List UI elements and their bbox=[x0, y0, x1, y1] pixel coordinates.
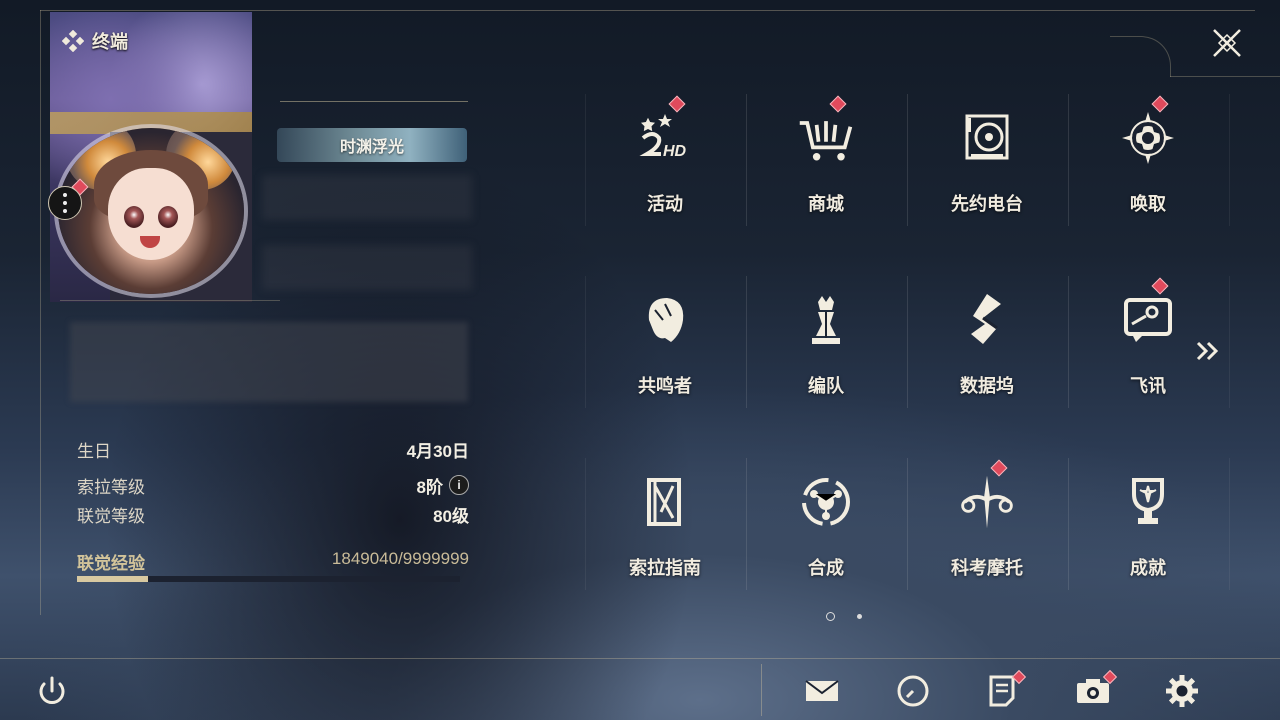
shopping-cart-icon bbox=[796, 108, 856, 168]
close-button[interactable] bbox=[1206, 22, 1248, 64]
menu-item-label: 商城 bbox=[808, 194, 844, 214]
double-chevron-right-icon bbox=[1196, 341, 1219, 361]
menu-item-6[interactable]: 数据坞 bbox=[907, 276, 1069, 458]
compass-star-icon bbox=[1118, 108, 1178, 168]
menu-item-8[interactable]: 索拉指南 bbox=[585, 458, 747, 640]
stat-value: 8阶 bbox=[416, 477, 443, 497]
profile-stats: 生日 4月30日 索拉等级 8阶 i 联觉等级 80级 bbox=[77, 436, 469, 527]
stat-sola-level: 索拉等级 8阶 i bbox=[77, 472, 469, 498]
exp-progress-bar bbox=[77, 576, 460, 582]
avatar-more-button[interactable] bbox=[48, 186, 82, 220]
app-title: 终端 bbox=[62, 28, 128, 54]
stat-value: 4月30日 bbox=[406, 441, 469, 461]
notification-badge bbox=[1151, 95, 1169, 113]
frame-right-line bbox=[1170, 76, 1280, 77]
exp-value: 1849040/9999999 bbox=[331, 549, 469, 568]
camera-button[interactable] bbox=[1071, 669, 1118, 712]
close-icon bbox=[1213, 29, 1241, 57]
data-dock-icon bbox=[957, 290, 1017, 350]
notification-badge bbox=[1151, 277, 1169, 295]
clock-icon bbox=[897, 675, 929, 707]
avatar[interactable] bbox=[58, 128, 244, 294]
clock-button[interactable] bbox=[891, 670, 935, 712]
menu-item-7[interactable]: 飞讯 bbox=[1068, 276, 1230, 458]
stat-label: 联觉等级 bbox=[77, 506, 145, 526]
stat-union-level: 联觉等级 80级 bbox=[77, 501, 469, 527]
profile-divider bbox=[60, 300, 280, 301]
menu-item-5[interactable]: 编队 bbox=[746, 276, 908, 458]
svg-text:HD: HD bbox=[663, 143, 687, 160]
menu-item-label: 唤取 bbox=[1130, 194, 1166, 214]
menu-item-3[interactable]: 唤取 bbox=[1068, 94, 1230, 276]
redacted-signature bbox=[70, 322, 468, 402]
menu-item-label: 成就 bbox=[1130, 558, 1166, 578]
stat-birthday: 生日 4月30日 bbox=[77, 436, 469, 462]
page-dot[interactable] bbox=[857, 614, 862, 619]
notification-badge bbox=[990, 459, 1008, 477]
exp-progress-fill bbox=[77, 576, 148, 582]
menu-item-label: 科考摩托 bbox=[951, 558, 1023, 578]
power-icon bbox=[39, 676, 65, 704]
resonator-head-icon bbox=[635, 290, 695, 350]
terminal-diamond-icon bbox=[62, 30, 84, 52]
synthesis-icon bbox=[796, 472, 856, 532]
radio-station-icon bbox=[957, 108, 1017, 168]
menu-item-11[interactable]: 成就 bbox=[1068, 458, 1230, 640]
settings-button[interactable] bbox=[1160, 670, 1204, 712]
menu-item-4[interactable]: 共鸣者 bbox=[585, 276, 747, 458]
mail-button[interactable] bbox=[800, 670, 844, 712]
mail-icon bbox=[805, 680, 839, 701]
menu-item-0[interactable]: HD 活动 bbox=[585, 94, 747, 276]
stat-label: 生日 bbox=[77, 441, 111, 461]
frame-left-line bbox=[40, 10, 41, 615]
menu-item-label: 活动 bbox=[647, 194, 683, 214]
notification-badge bbox=[829, 95, 847, 113]
notice-button[interactable] bbox=[980, 669, 1027, 712]
menu-item-label: 共鸣者 bbox=[638, 376, 692, 396]
bottom-separator bbox=[761, 664, 762, 716]
next-page-button[interactable] bbox=[1192, 337, 1224, 365]
menu-item-label: 先约电台 bbox=[951, 194, 1023, 214]
menu-item-1[interactable]: 商城 bbox=[746, 94, 908, 276]
chess-team-icon bbox=[796, 290, 856, 350]
function-grid: HD 活动 商城 先约电台 唤取共鸣者 编队 数据坞 飞讯索拉指南 合成 科考摩托 成就 bbox=[585, 94, 1230, 604]
title-badge[interactable]: 时渊浮光 bbox=[277, 128, 467, 162]
menu-item-label: 编队 bbox=[808, 376, 844, 396]
notification-badge bbox=[668, 95, 686, 113]
guide-book-icon bbox=[635, 472, 695, 532]
name-divider bbox=[280, 101, 468, 102]
stat-label: 索拉等级 bbox=[77, 477, 145, 497]
menu-item-label: 合成 bbox=[808, 558, 844, 578]
bottom-divider bbox=[0, 658, 1280, 659]
menu-item-2[interactable]: 先约电台 bbox=[907, 94, 1069, 276]
redacted-id bbox=[262, 245, 472, 290]
event-2hd-icon: HD bbox=[635, 108, 695, 168]
menu-item-label: 索拉指南 bbox=[629, 558, 701, 578]
exp-section: 联觉经验 1849040/9999999 bbox=[77, 549, 469, 582]
gear-icon bbox=[1166, 675, 1198, 707]
exp-label: 联觉经验 bbox=[77, 554, 145, 573]
stat-value: 80级 bbox=[433, 506, 469, 526]
trophy-icon bbox=[1118, 472, 1178, 532]
frame-corner bbox=[1110, 36, 1171, 77]
menu-item-label: 飞讯 bbox=[1130, 376, 1166, 396]
power-button[interactable] bbox=[32, 672, 72, 712]
motorbike-icon bbox=[957, 472, 1017, 532]
menu-item-label: 数据坞 bbox=[960, 376, 1014, 396]
redacted-name bbox=[262, 175, 472, 220]
page-dot-active[interactable] bbox=[826, 612, 835, 621]
app-title-text: 终端 bbox=[92, 32, 128, 52]
page-indicator bbox=[826, 612, 862, 621]
message-chat-icon bbox=[1118, 290, 1178, 350]
info-icon[interactable]: i bbox=[449, 475, 469, 495]
frame-top-line bbox=[40, 10, 1255, 11]
menu-item-10[interactable]: 科考摩托 bbox=[907, 458, 1069, 640]
